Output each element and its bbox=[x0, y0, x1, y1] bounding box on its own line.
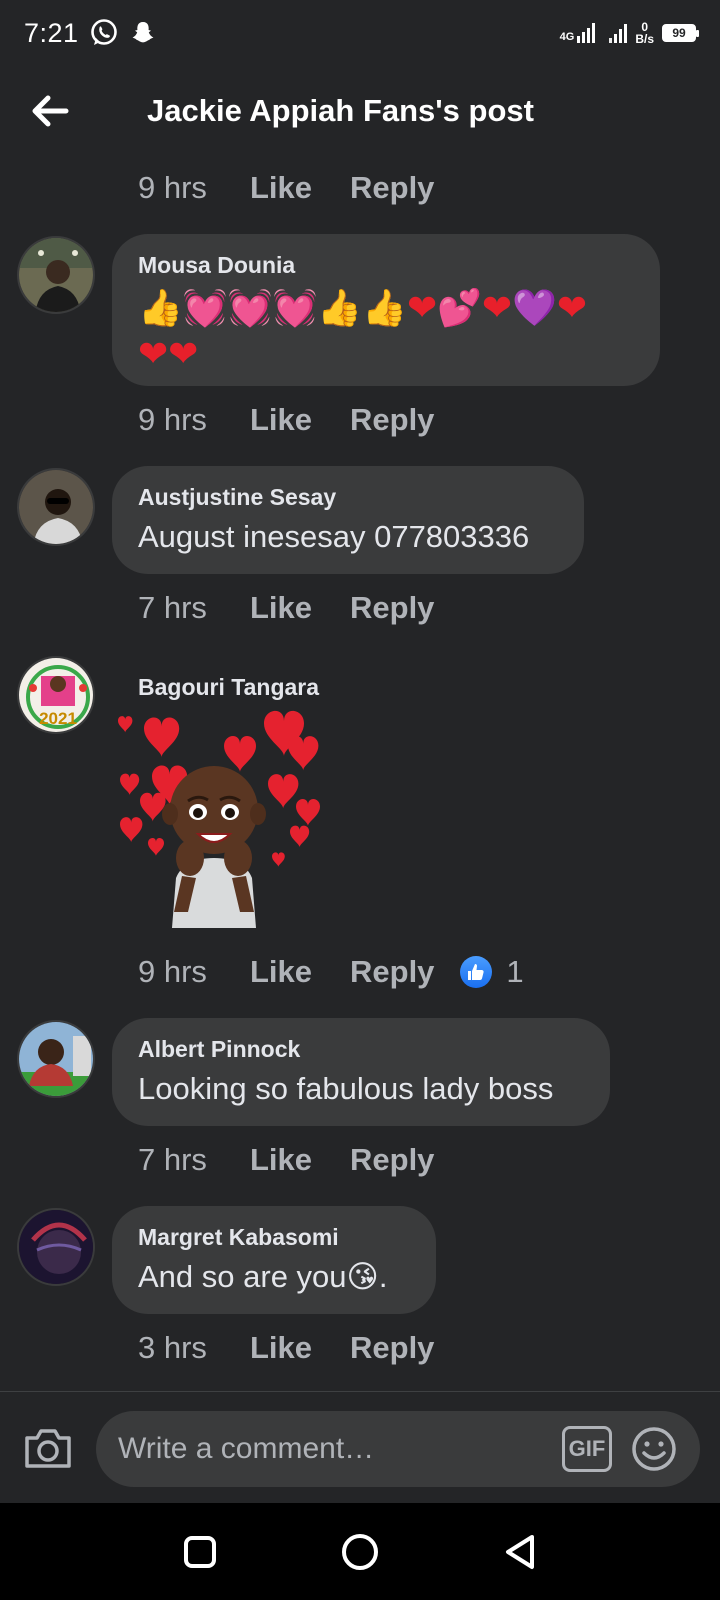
back-arrow-icon bbox=[32, 95, 69, 127]
comment-author[interactable]: Bagouri Tangara bbox=[138, 674, 319, 701]
avatar-year-text: 2021 bbox=[39, 709, 77, 728]
comment-author[interactable]: Austjustine Sesay bbox=[138, 484, 558, 511]
home-button[interactable] bbox=[330, 1522, 390, 1582]
comment-meta: 3 hrs Like Reply bbox=[138, 1324, 434, 1372]
like-button[interactable]: Like bbox=[250, 170, 350, 206]
status-right-icons: 4G 0 B/s 99 bbox=[560, 21, 699, 45]
sticker-image bbox=[118, 710, 320, 928]
gif-label: GIF bbox=[568, 1436, 606, 1461]
comment-author[interactable]: Albert Pinnock bbox=[138, 1036, 584, 1063]
comment-meta: 7 hrs Like Reply bbox=[138, 1136, 434, 1184]
page-title: Jackie Appiah Fans's post bbox=[147, 93, 534, 128]
comment-author[interactable]: Mousa Dounia bbox=[138, 252, 634, 279]
whatsapp-icon bbox=[90, 19, 117, 45]
camera-icon bbox=[25, 1428, 71, 1468]
avatar[interactable]: 2021 bbox=[17, 656, 95, 734]
status-time: 7:21 bbox=[24, 17, 79, 48]
triangle-back-icon bbox=[506, 1534, 534, 1569]
signal-4g-icon: 4G bbox=[560, 23, 596, 43]
comment-bubble[interactable]: Austjustine Sesay August inesesay 077803… bbox=[112, 466, 584, 574]
comment-meta: 7 hrs Like Reply bbox=[138, 584, 434, 632]
avatar[interactable] bbox=[17, 1020, 95, 1098]
reaction-summary[interactable]: 1 bbox=[460, 954, 524, 990]
app-screen: 7:21 4G 0 B/s 99 Jackie Appiah Fans's po… bbox=[0, 0, 720, 1600]
comment-bubble[interactable]: Mousa Dounia 👍💓💓💓👍👍❤💕❤💜❤ ❤❤ bbox=[112, 234, 660, 386]
square-icon bbox=[184, 1535, 216, 1568]
comment-emoji-line: ❤❤ bbox=[138, 333, 199, 374]
network-speed-unit: B/s bbox=[635, 32, 654, 46]
comment-bubble[interactable]: Albert Pinnock Looking so fabulous lady … bbox=[112, 1018, 610, 1126]
avatar-photo bbox=[19, 238, 93, 312]
avatar[interactable] bbox=[17, 468, 95, 546]
comment-input-box[interactable]: GIF bbox=[96, 1411, 700, 1487]
snapchat-icon bbox=[132, 22, 153, 43]
comment-meta: 9 hrs Like Reply bbox=[138, 396, 434, 444]
comment-time: 9 hrs bbox=[138, 402, 207, 437]
thumbs-up-icon bbox=[460, 956, 493, 988]
like-button[interactable]: Like bbox=[250, 1330, 350, 1366]
reply-button[interactable]: Reply bbox=[350, 1330, 434, 1366]
recents-button[interactable] bbox=[170, 1522, 230, 1582]
comment-bubble[interactable]: Margret Kabasomi And so are you😘. bbox=[112, 1206, 436, 1314]
gif-button[interactable]: GIF bbox=[562, 1426, 612, 1472]
reply-button[interactable]: Reply bbox=[350, 1142, 434, 1178]
back-button[interactable] bbox=[0, 66, 100, 156]
like-button[interactable]: Like bbox=[250, 954, 350, 990]
like-button[interactable]: Like bbox=[250, 1142, 350, 1178]
avatar[interactable] bbox=[17, 1208, 95, 1286]
avatar-photo bbox=[19, 1210, 93, 1284]
camera-button[interactable] bbox=[0, 1392, 96, 1504]
comment-text: And so are you😘. bbox=[138, 1259, 388, 1294]
comment-time: 3 hrs bbox=[138, 1330, 207, 1365]
comment-input[interactable] bbox=[118, 1432, 562, 1466]
comment-text: August inesesay 077803336 bbox=[138, 519, 530, 554]
comment-time: 9 hrs bbox=[138, 170, 207, 205]
network-type: 4G bbox=[559, 31, 575, 43]
comment-time: 7 hrs bbox=[138, 1142, 207, 1177]
comment-text: Looking so fabulous lady boss bbox=[138, 1071, 554, 1106]
comment-time: 7 hrs bbox=[138, 590, 207, 625]
battery-level: 99 bbox=[672, 26, 686, 40]
reaction-count: 1 bbox=[506, 954, 524, 989]
avatar-photo: 2021 bbox=[19, 658, 93, 732]
emoji-smile-icon[interactable] bbox=[630, 1425, 678, 1473]
network-speed: 0 B/s bbox=[635, 21, 654, 45]
reply-button[interactable]: Reply bbox=[350, 402, 434, 438]
like-button[interactable]: Like bbox=[250, 590, 350, 626]
avatar-photo bbox=[19, 470, 93, 544]
comment-time: 9 hrs bbox=[138, 954, 207, 989]
reply-button[interactable]: Reply bbox=[350, 170, 434, 206]
comment-composer: GIF bbox=[0, 1391, 720, 1503]
comments-thread[interactable]: 9 hrs Like Reply Mousa Dounia 👍💓💓💓👍👍❤💕❤💜… bbox=[0, 156, 720, 1391]
avatar[interactable] bbox=[17, 236, 95, 314]
back-nav-button[interactable] bbox=[490, 1522, 550, 1582]
reply-button[interactable]: Reply bbox=[350, 590, 434, 626]
avatar-photo bbox=[19, 1022, 93, 1096]
like-button[interactable]: Like bbox=[250, 402, 350, 438]
reply-button[interactable]: Reply bbox=[350, 954, 434, 990]
comment-meta: 9 hrs Like Reply 1 bbox=[138, 948, 524, 996]
status-bar: 7:21 4G 0 B/s 99 bbox=[0, 0, 720, 66]
comment-author[interactable]: Margret Kabasomi bbox=[138, 1224, 410, 1251]
system-nav-bar bbox=[0, 1503, 720, 1600]
battery-icon: 99 bbox=[662, 24, 699, 42]
circle-icon bbox=[342, 1533, 378, 1570]
comment-meta: 9 hrs Like Reply bbox=[138, 164, 434, 212]
signal-bars-icon bbox=[609, 23, 628, 43]
comment-emoji-line: 👍💓💓💓👍👍❤💕❤💜❤ bbox=[138, 287, 588, 328]
sticker-heart-eyes-avatar[interactable] bbox=[112, 708, 332, 928]
comment-emoji-text: 👍💓💓💓👍👍❤💕❤💜❤ ❤❤ bbox=[138, 285, 634, 377]
notification-icons bbox=[89, 18, 157, 48]
post-header: Jackie Appiah Fans's post bbox=[0, 66, 720, 156]
